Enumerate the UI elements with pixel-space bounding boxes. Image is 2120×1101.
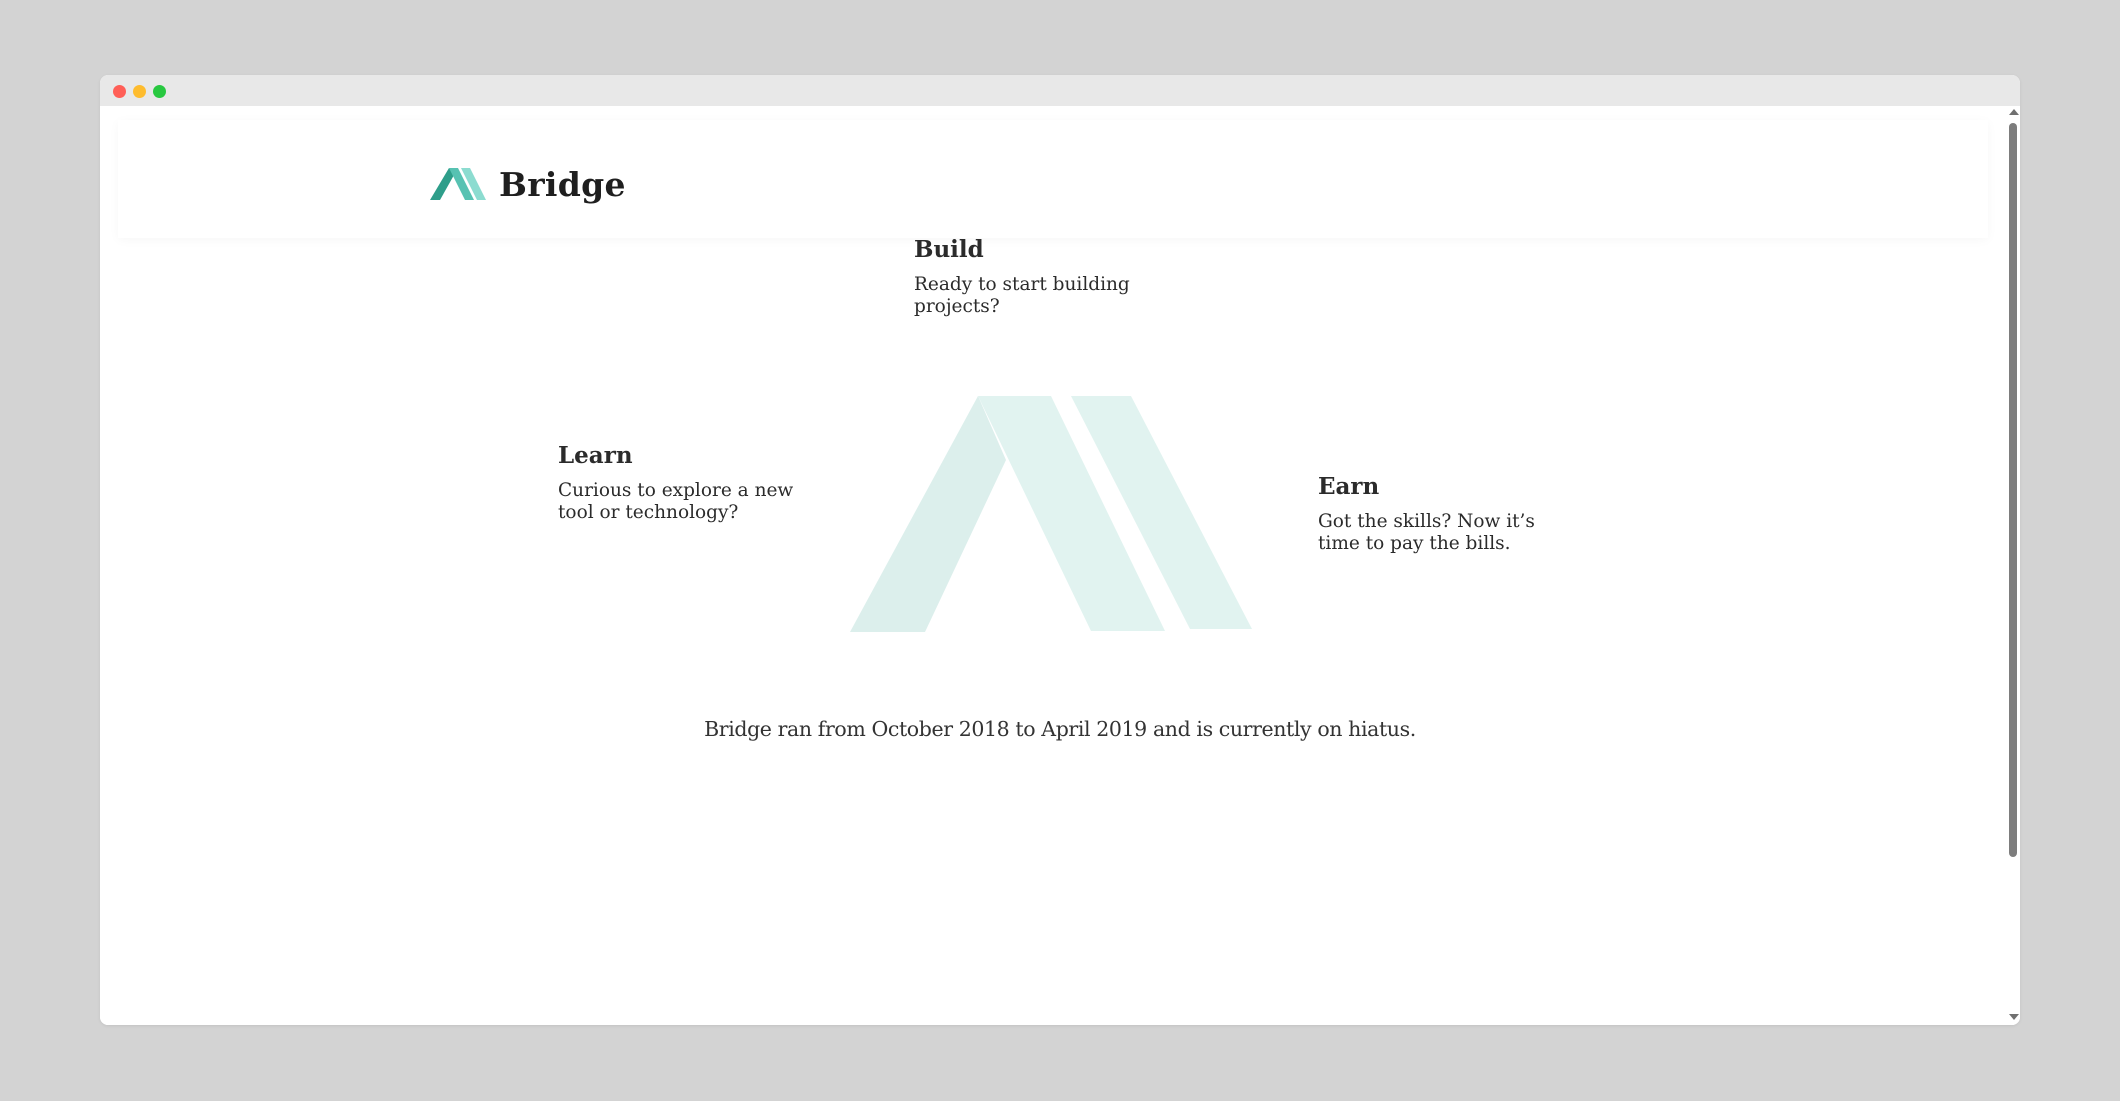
scroll-down-arrow-icon[interactable]	[2009, 1014, 2019, 1020]
hero-bridge-logo-icon	[850, 396, 1252, 632]
earn-card: Earn Got the skills? Now it’s time to pa…	[1318, 473, 1578, 555]
minimize-window-button[interactable]	[133, 85, 146, 98]
page-viewport: Bridge Build Ready to start building pro…	[100, 106, 2020, 1025]
build-title: Build	[914, 236, 984, 263]
page-scrollbar[interactable]	[2006, 106, 2020, 1025]
build-card: Build Ready to start building projects?	[914, 236, 1174, 318]
bridge-logo-icon	[430, 168, 486, 200]
brand-home-link[interactable]: Bridge	[430, 162, 626, 206]
hiatus-notice: Bridge ran from October 2018 to April 20…	[704, 717, 1416, 741]
window-titlebar	[100, 75, 2020, 106]
maximize-window-button[interactable]	[153, 85, 166, 98]
close-window-button[interactable]	[113, 85, 126, 98]
earn-title: Earn	[1318, 473, 1380, 500]
scroll-up-arrow-icon[interactable]	[2009, 109, 2019, 115]
brand-name: Bridge	[499, 164, 626, 204]
scroll-thumb[interactable]	[2009, 123, 2017, 857]
build-text: Ready to start building projects?	[914, 274, 1130, 317]
learn-card: Learn Curious to explore a new tool or t…	[558, 442, 818, 524]
earn-text: Got the skills? Now it’s time to pay the…	[1318, 511, 1535, 554]
learn-text: Curious to explore a new tool or technol…	[558, 480, 794, 523]
site-header	[118, 120, 1988, 238]
browser-window: Bridge Build Ready to start building pro…	[100, 75, 2020, 1025]
learn-title: Learn	[558, 442, 633, 469]
